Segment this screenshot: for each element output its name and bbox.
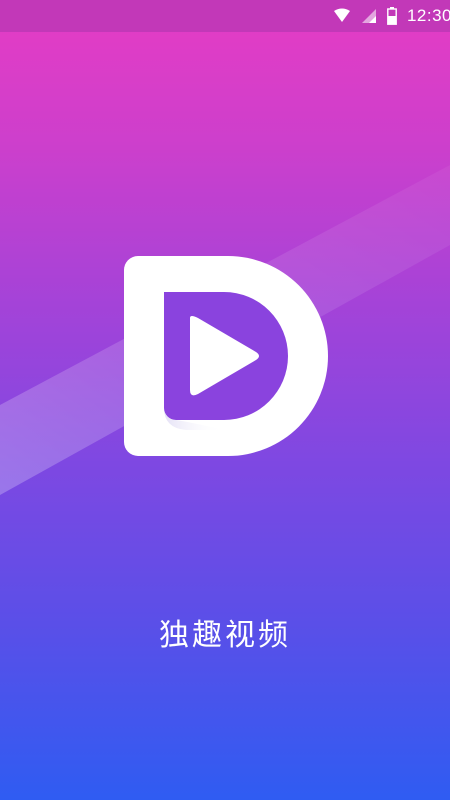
play-d-logo-icon [124, 256, 328, 456]
status-time: 12:30 [406, 6, 450, 25]
status-icons: 12:30 [333, 0, 450, 32]
signal-icon [361, 9, 376, 23]
status-bar: 12:30 [0, 0, 450, 32]
app-title: 独趣视频 [159, 618, 291, 653]
battery-icon [387, 7, 397, 25]
wifi-icon [333, 8, 350, 22]
